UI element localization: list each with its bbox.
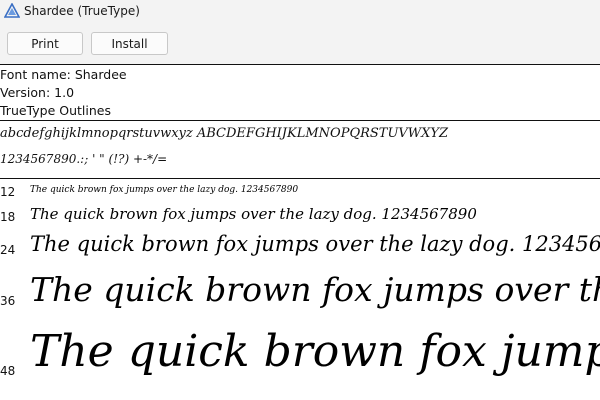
version-text: Version: 1.0 — [0, 85, 75, 100]
sample-text: The quick brown fox jumps over the lazy … — [30, 205, 477, 223]
sample-row-36: 36 The quick brown fox jumps over the la… — [0, 270, 600, 322]
print-button[interactable]: Print — [7, 32, 83, 55]
size-label: 24 — [0, 243, 16, 257]
sample-text: The quick brown fox jumps over the lazy … — [30, 326, 600, 377]
title-bar: Shardee (TrueType) — [0, 0, 600, 24]
charset-line-1: abcdefghijklmnopqrstuvwxyz ABCDEFGHIJKLM… — [0, 126, 449, 141]
window-title: Shardee (TrueType) — [24, 4, 140, 18]
divider — [0, 178, 600, 179]
charset-line-2: 1234567890.:; ' " (!?) +-*/= — [0, 152, 168, 166]
size-label: 12 — [0, 185, 16, 199]
sample-row-12: 12 The quick brown fox jumps over the la… — [0, 184, 600, 200]
font-app-icon — [4, 3, 20, 18]
toolbar: Print Install — [0, 24, 600, 65]
size-label: 18 — [0, 210, 16, 224]
divider — [0, 120, 600, 121]
size-label: 36 — [0, 294, 16, 308]
size-label: 48 — [0, 364, 16, 378]
install-button[interactable]: Install — [91, 32, 168, 55]
font-name-text: Font name: Shardee — [0, 67, 127, 82]
sample-row-24: 24 The quick brown fox jumps over the la… — [0, 232, 600, 266]
sample-row-18: 18 The quick brown fox jumps over the la… — [0, 205, 600, 229]
font-info: Font name: Shardee Version: 1.0 TrueType… — [0, 66, 127, 120]
sample-text: The quick brown fox jumps over the lazy … — [30, 270, 600, 309]
outline-type-text: TrueType Outlines — [0, 103, 111, 118]
sample-text: The quick brown fox jumps over the lazy … — [30, 185, 299, 195]
sample-row-48: 48 The quick brown fox jumps over the la… — [0, 326, 600, 388]
sample-text: The quick brown fox jumps over the lazy … — [30, 232, 600, 256]
